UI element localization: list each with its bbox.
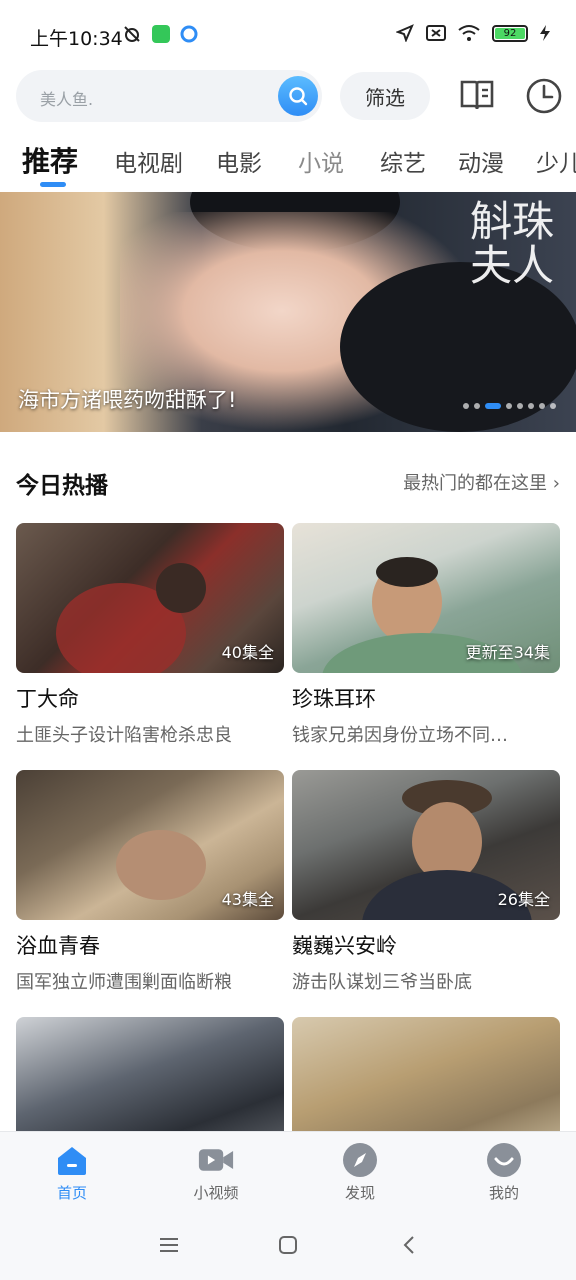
search-placeholder: 美人鱼. [40, 90, 94, 109]
nav-label: 发现 [344, 1184, 375, 1202]
book-icon[interactable] [458, 76, 496, 114]
section-more-link[interactable]: 最热门的都在这里 › [403, 469, 560, 495]
pagination-dot [463, 403, 469, 409]
nav-short-video[interactable]: 小视频 [166, 1142, 266, 1203]
pagination-dot [539, 403, 545, 409]
status-time: 上午10:34 [30, 28, 123, 50]
video-camera-icon [198, 1142, 234, 1178]
profile-icon [486, 1142, 522, 1178]
nav-label: 首页 [56, 1184, 87, 1202]
pagination-dot [506, 403, 512, 409]
wifi-icon [458, 25, 480, 41]
tab-movies[interactable]: 电影 [216, 144, 262, 178]
pagination-dot [550, 403, 556, 409]
menu-icon[interactable] [158, 1235, 180, 1255]
hot-today-section-header: 今日热播 最热门的都在这里 › [16, 466, 560, 500]
video-title: 巍巍兴安岭 [292, 934, 397, 958]
video-title: 丁大命 [16, 687, 79, 711]
episode-count: 40集全 [221, 643, 274, 662]
active-tab-indicator [40, 182, 66, 187]
episode-count: 更新至34集 [465, 643, 550, 662]
location-icon [396, 24, 414, 42]
nav-label: 小视频 [193, 1184, 239, 1202]
banner-caption: 海市方诸喂药吻甜酥了! [18, 388, 237, 412]
nav-discover[interactable]: 发现 [310, 1142, 410, 1203]
section-title: 今日热播 [16, 473, 108, 499]
bottom-navigation: 首页 小视频 发现 我的 [0, 1131, 576, 1211]
tab-tv-series[interactable]: 电视剧 [114, 144, 183, 178]
video-card[interactable]: 40集全 丁大命 土匪头子设计陷害枪杀忠良 [16, 523, 284, 747]
episode-count: 26集全 [497, 890, 550, 909]
video-card[interactable]: 26集全 巍巍兴安岭 游击队谋划三爷当卧底 [292, 770, 560, 994]
banner-title-art: 斛珠 夫人 [469, 197, 554, 290]
search-icon [289, 87, 308, 106]
tab-anime[interactable]: 动漫 [458, 144, 504, 178]
video-card[interactable]: 43集全 浴血青春 国军独立师遭围剿面临断粮 [16, 770, 284, 994]
tab-kids[interactable]: 少儿 [536, 144, 576, 178]
pagination-dot [528, 403, 534, 409]
search-row: 美人鱼. 筛选 [16, 70, 576, 126]
category-tabs: 推荐 电视剧 电影 小说 综艺 动漫 少儿 [0, 136, 576, 190]
status-bar: 上午10:34 92 [0, 0, 576, 70]
charging-icon [540, 25, 550, 41]
video-description: 游击队谋划三爷当卧底 [292, 972, 472, 993]
search-button[interactable] [278, 76, 318, 116]
search-input[interactable]: 美人鱼. [16, 70, 322, 122]
chevron-right-icon: › [552, 473, 560, 494]
nav-profile[interactable]: 我的 [454, 1142, 554, 1203]
episode-count: 43集全 [221, 890, 274, 909]
pagination-dot-active [485, 403, 501, 409]
battery-level: 92 [495, 27, 525, 39]
home-icon [54, 1142, 90, 1178]
sim-off-icon [426, 25, 446, 41]
nav-home[interactable]: 首页 [22, 1142, 122, 1203]
pagination-dot [474, 403, 480, 409]
video-title: 浴血青春 [16, 934, 100, 958]
compass-icon [342, 1142, 378, 1178]
nav-label: 我的 [488, 1184, 519, 1202]
video-card[interactable]: 更新至34集 珍珠耳环 钱家兄弟因身份立场不同… [292, 523, 560, 747]
app-notification-icon [152, 25, 170, 43]
system-navigation-bar [0, 1211, 576, 1280]
tab-variety[interactable]: 综艺 [380, 144, 426, 178]
video-title: 珍珠耳环 [292, 687, 376, 711]
back-icon[interactable] [400, 1235, 418, 1255]
video-thumbnail[interactable]: 43集全 [16, 770, 284, 920]
battery-indicator: 92 [492, 24, 528, 42]
history-clock-icon[interactable] [524, 76, 564, 116]
home-square-icon[interactable] [278, 1235, 298, 1255]
tab-novels[interactable]: 小说 [298, 144, 344, 178]
pagination-dot [517, 403, 523, 409]
banner-pagination [463, 403, 556, 409]
video-thumbnail[interactable]: 更新至34集 [292, 523, 560, 673]
video-description: 钱家兄弟因身份立场不同… [292, 725, 508, 746]
tab-recommend[interactable]: 推荐 [22, 140, 78, 180]
alarm-off-icon [124, 26, 140, 42]
filter-button[interactable]: 筛选 [340, 72, 430, 120]
hero-banner[interactable]: 斛珠 夫人 海市方诸喂药吻甜酥了! [0, 192, 576, 432]
video-description: 土匪头子设计陷害枪杀忠良 [16, 725, 232, 746]
video-thumbnail[interactable]: 26集全 [292, 770, 560, 920]
video-description: 国军独立师遭围剿面临断粮 [16, 972, 232, 993]
browser-icon [180, 25, 198, 43]
video-thumbnail[interactable]: 40集全 [16, 523, 284, 673]
